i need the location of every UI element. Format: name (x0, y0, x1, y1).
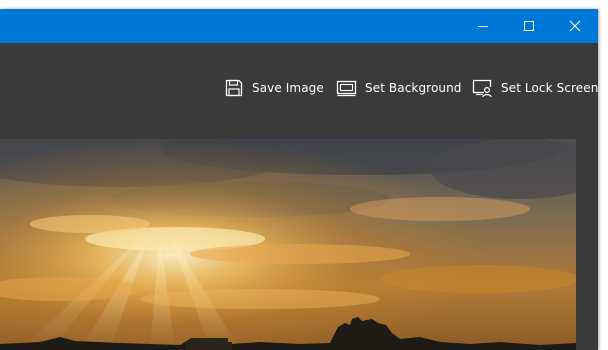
desktop-background-icon (336, 78, 357, 98)
save-image-button[interactable]: Save Image (224, 77, 324, 99)
title-bar[interactable] (0, 9, 598, 43)
minimize-icon (478, 26, 488, 27)
set-background-label: Set Background (365, 81, 462, 95)
app-window: Save Image Set Background Set Lock Scree… (0, 9, 598, 350)
save-icon (224, 78, 244, 98)
window-edge (576, 139, 598, 350)
close-icon (569, 20, 581, 32)
save-image-label: Save Image (252, 81, 324, 95)
maximize-button[interactable] (506, 9, 552, 43)
maximize-icon (524, 21, 534, 31)
wallpaper-image (0, 139, 576, 350)
set-lock-screen-label: Set Lock Screen (501, 81, 598, 95)
close-button[interactable] (552, 9, 598, 43)
set-lock-screen-button[interactable]: Set Lock Screen (472, 77, 598, 99)
minimize-button[interactable] (460, 9, 506, 43)
command-bar: Save Image Set Background Set Lock Scree… (0, 43, 598, 139)
set-background-button[interactable]: Set Background (336, 77, 462, 99)
lock-screen-icon (472, 78, 493, 98)
sunset-photo (0, 139, 576, 350)
